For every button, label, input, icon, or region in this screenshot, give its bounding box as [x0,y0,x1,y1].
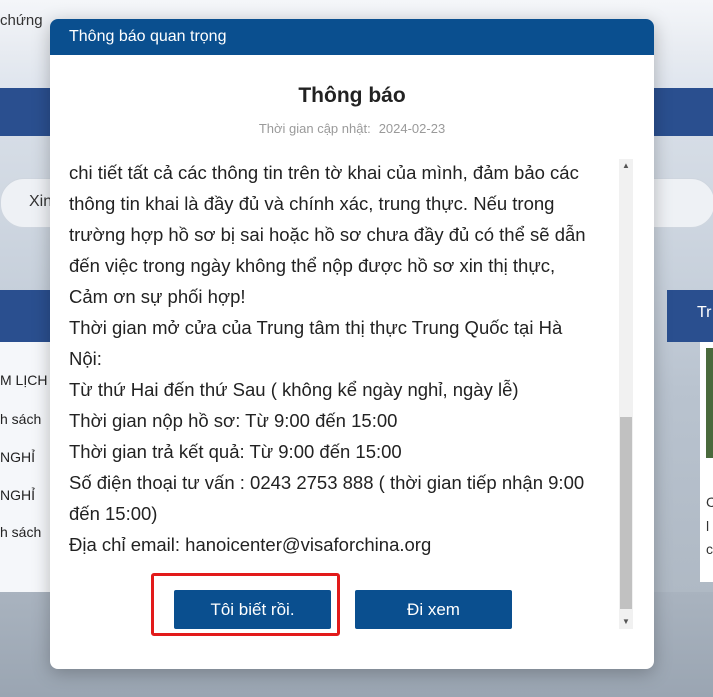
content-line: Số điện thoại tư vấn : 0243 2753 888 ( t… [69,472,585,493]
background-right-card-text: l [706,518,710,534]
content-line: Thời gian mở cửa của Trung tâm thị thực … [69,317,563,338]
background-left-item: M LỊCH [0,372,48,388]
background-left-header [0,290,50,342]
background-right-card-text: C [706,494,713,510]
background-search-label: Xin [29,193,53,210]
update-time-label: Thời gian cập nhật: [258,121,371,136]
background-left-item: NGHỈ [0,449,35,465]
scroll-thumb[interactable] [620,417,632,609]
content-line: Thời gian nộp hồ sơ: Từ 9:00 đến 15:00 [69,410,398,431]
content-scrollbar[interactable]: ▲ ▼ [619,159,633,629]
modal-header-title: Thông báo quan trọng [69,28,227,45]
content-line: chi tiết tất cả các thông tin trên tờ kh… [69,162,579,183]
acknowledge-button[interactable]: Tôi biết rồi. [174,590,331,629]
content-line: thông tin khai là đầy đủ và chính xác, t… [69,193,555,214]
update-time: Thời gian cập nhật: 2024-02-23 [50,121,654,136]
notice-content[interactable]: chi tiết tất cả các thông tin trên tờ kh… [69,157,617,562]
content-line: trường hợp hồ sơ bị sai hoặc hồ sơ chưa … [69,224,586,245]
background-right-card-text: c [706,541,713,557]
notice-modal: Thông báo quan trọng Thông báo Thời gian… [50,19,654,669]
content-line: đến việc trong ngày không thể nộp được h… [69,255,556,276]
background-left-item: NGHỈ [0,487,35,503]
update-time-date: 2024-02-23 [378,121,446,136]
content-line: Thời gian trả kết quả: Từ 9:00 đến 15:00 [69,441,402,462]
background-nav-text: chứng [0,12,43,29]
scroll-up-arrow-icon[interactable]: ▲ [619,159,633,173]
background-left-item: h sách [0,411,42,427]
background-right-header: Tr [667,290,713,342]
background-right-header-label: Tr [697,304,712,321]
content-line: Nội: [69,348,102,369]
scroll-down-arrow-icon[interactable]: ▼ [619,615,633,629]
background-left-item: h sách [0,524,42,540]
modal-header: Thông báo quan trọng [50,19,654,55]
notice-title: Thông báo [298,84,406,107]
content-line: Địa chỉ email: hanoicenter@visaforchina.… [69,534,432,555]
background-left-list: M LỊCH h sách NGHỈ NGHỈ h sách [0,342,50,592]
background-right-image [706,348,713,458]
content-line: Cảm ơn sự phối hợp! [69,286,246,307]
content-line: đến 15:00) [69,503,158,524]
content-line: Từ thứ Hai đến thứ Sau ( không kể ngày n… [69,379,519,400]
view-button[interactable]: Đi xem [355,590,512,629]
